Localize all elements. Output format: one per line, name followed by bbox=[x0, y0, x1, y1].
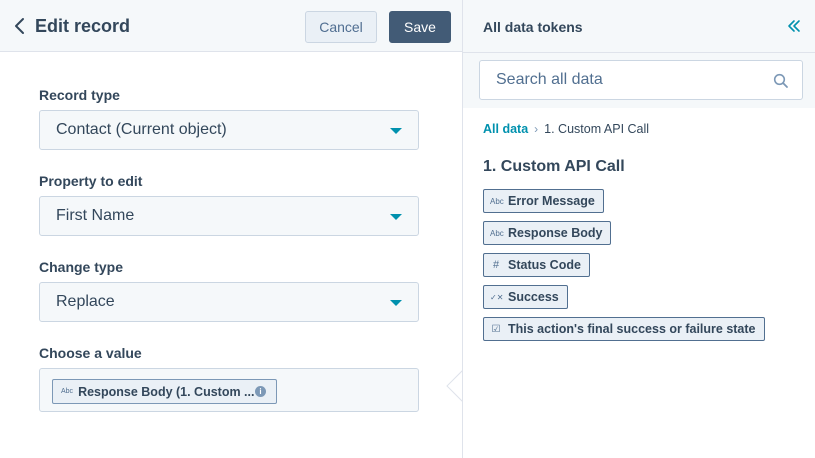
choose-value-field[interactable]: Abc Response Body (1. Custom ... i bbox=[39, 368, 419, 412]
section-title: 1. Custom API Call bbox=[483, 158, 625, 175]
property-to-edit-select[interactable]: First Name bbox=[39, 196, 419, 236]
selected-token-chip[interactable]: Abc Response Body (1. Custom ... i bbox=[52, 379, 277, 404]
data-tokens-panel: All data tokens All data › 1. Custom API… bbox=[462, 0, 815, 458]
divider bbox=[463, 52, 815, 53]
edit-record-header: Edit record Cancel Save bbox=[0, 0, 462, 52]
property-to-edit-label: Property to edit bbox=[39, 173, 143, 189]
record-type-select[interactable]: Contact (Current object) bbox=[39, 110, 419, 150]
boolean-type-icon: ✓✕ bbox=[490, 292, 504, 302]
breadcrumb-current: 1. Custom API Call bbox=[544, 122, 650, 136]
token-label: This action's final success or failure s… bbox=[508, 322, 756, 336]
chevron-left-icon[interactable] bbox=[10, 14, 30, 38]
breadcrumb-all-data-link[interactable]: All data bbox=[483, 122, 528, 136]
enumeration-type-icon: ☑ bbox=[491, 323, 501, 335]
change-type-select[interactable]: Replace bbox=[39, 282, 419, 322]
save-button[interactable]: Save bbox=[389, 11, 451, 43]
token-label: Success bbox=[508, 290, 559, 304]
change-type-value: Replace bbox=[56, 293, 115, 310]
data-tokens-title: All data tokens bbox=[483, 19, 583, 35]
number-type-icon: # bbox=[492, 259, 500, 271]
selected-token-label: Response Body (1. Custom ... bbox=[78, 384, 255, 399]
dropdown-caret-icon bbox=[390, 128, 402, 134]
token-label: Error Message bbox=[508, 194, 595, 208]
token-response-body[interactable]: Abc Response Body bbox=[483, 221, 612, 245]
double-chevron-left-icon[interactable] bbox=[787, 18, 801, 34]
choose-value-label: Choose a value bbox=[39, 345, 142, 361]
edit-record-panel: Edit record Cancel Save Record type Cont… bbox=[0, 0, 462, 458]
page-title: Edit record bbox=[35, 16, 131, 36]
token-label: Status Code bbox=[508, 258, 581, 272]
token-error-message[interactable]: Abc Error Message bbox=[483, 189, 604, 213]
property-to-edit-value: First Name bbox=[56, 207, 135, 224]
dropdown-caret-icon bbox=[390, 300, 402, 306]
token-status-code[interactable]: # Status Code bbox=[483, 253, 590, 277]
text-type-icon: Abc bbox=[490, 228, 504, 238]
search-input[interactable] bbox=[479, 60, 803, 100]
search-icon[interactable] bbox=[773, 73, 789, 89]
breadcrumb-separator: › bbox=[534, 122, 539, 136]
cancel-button[interactable]: Cancel bbox=[305, 11, 377, 43]
token-success[interactable]: ✓✕ Success bbox=[483, 285, 568, 309]
text-type-icon: Abc bbox=[490, 196, 504, 206]
dropdown-caret-icon bbox=[390, 214, 402, 220]
token-label: Response Body bbox=[508, 226, 603, 240]
change-type-label: Change type bbox=[39, 259, 124, 275]
breadcrumb: All data › 1. Custom API Call bbox=[483, 122, 649, 136]
token-final-state[interactable]: ☑ This action's final success or failure… bbox=[483, 317, 765, 341]
info-icon[interactable]: i bbox=[255, 386, 266, 397]
text-type-icon: Abc bbox=[61, 388, 74, 395]
record-type-label: Record type bbox=[39, 87, 120, 103]
record-type-value: Contact (Current object) bbox=[56, 121, 227, 138]
